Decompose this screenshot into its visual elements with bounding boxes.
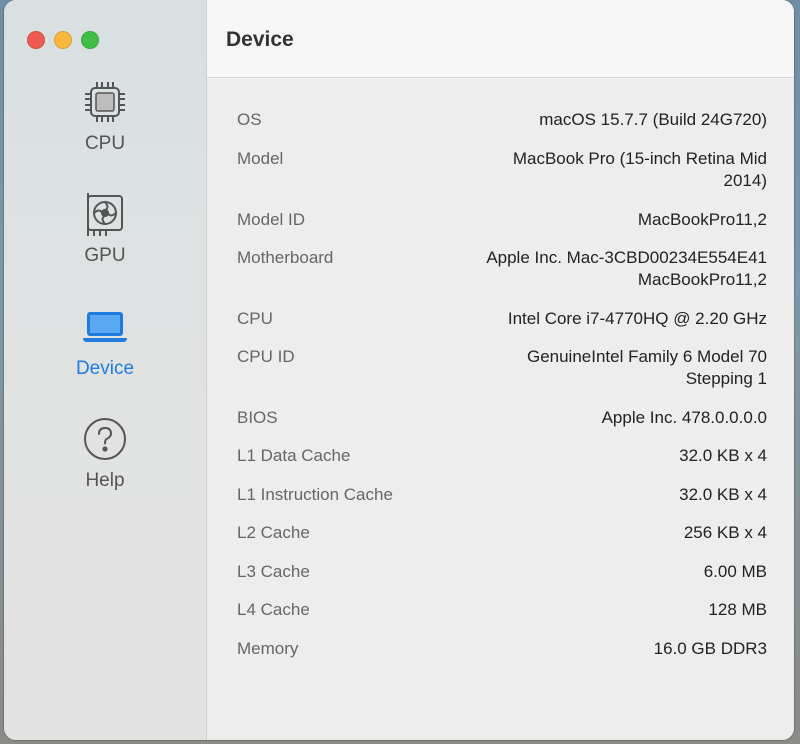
minimize-window-button[interactable] (54, 31, 72, 49)
info-row-l4-cache: L4 Cache 128 MB (237, 599, 767, 621)
info-label: Model (237, 149, 284, 168)
window-controls (27, 31, 99, 49)
main-panel: Device OS macOS 15.7.7 (Build 24G720) Mo… (207, 0, 794, 740)
info-value: 16.0 GB DDR3 (653, 639, 767, 658)
info-label: Motherboard (237, 248, 334, 267)
info-value: GenuineIntel Family 6 Model 70 Stepping … (526, 347, 767, 388)
info-row-l1-instruction-cache: L1 Instruction Cache 32.0 KB x 4 (237, 484, 767, 506)
info-label: Memory (237, 639, 299, 658)
info-value: MacBook Pro (15-inch Retina Mid 2014) (512, 149, 767, 190)
panel-header: Device (207, 0, 794, 78)
info-label: CPU (237, 309, 273, 328)
device-info-list: OS macOS 15.7.7 (Build 24G720) Model Mac… (207, 79, 794, 740)
cpu-chip-icon (80, 77, 130, 127)
info-value: MacBookPro11,2 (637, 210, 767, 229)
info-label: CPU ID (237, 347, 295, 366)
info-row-cpu: CPU Intel Core i7-4770HQ @ 2.20 GHz (237, 308, 767, 330)
info-row-model: Model MacBook Pro (15-inch Retina Mid 20… (237, 148, 767, 192)
info-label: Model ID (237, 210, 306, 229)
sidebar-item-label: GPU (84, 245, 126, 266)
sidebar-item-cpu[interactable]: CPU (4, 77, 206, 177)
info-value: 32.0 KB x 4 (679, 446, 767, 465)
info-row-cpu-id: CPU ID GenuineIntel Family 6 Model 70 St… (237, 346, 767, 390)
info-label: L2 Cache (237, 523, 310, 542)
info-label: L1 Instruction Cache (237, 485, 393, 504)
info-label: L3 Cache (237, 562, 310, 581)
info-label: L1 Data Cache (237, 446, 351, 465)
info-value: macOS 15.7.7 (Build 24G720) (539, 110, 767, 129)
sidebar-item-gpu[interactable]: GPU (4, 189, 206, 289)
laptop-icon (80, 302, 130, 352)
info-row-model-id: Model ID MacBookPro11,2 (237, 209, 767, 231)
sidebar-item-help[interactable]: Help (4, 414, 206, 514)
maximize-window-button[interactable] (81, 31, 99, 49)
sidebar-item-label: Device (75, 358, 135, 379)
info-row-os: OS macOS 15.7.7 (Build 24G720) (237, 109, 767, 131)
page-title: Device (226, 28, 294, 51)
sidebar-item-device[interactable]: Device (4, 302, 206, 402)
question-circle-icon (80, 414, 130, 464)
info-value: 6.00 MB (703, 562, 767, 581)
info-label: OS (237, 110, 262, 129)
sidebar-item-label: Help (85, 470, 125, 491)
info-row-l2-cache: L2 Cache 256 KB x 4 (237, 522, 767, 544)
sidebar: CPU GPU Device Help (4, 0, 207, 740)
info-value: 32.0 KB x 4 (679, 485, 767, 504)
sidebar-item-label: CPU (84, 133, 126, 154)
info-row-l1-data-cache: L1 Data Cache 32.0 KB x 4 (237, 445, 767, 467)
info-row-motherboard: Motherboard Apple Inc. Mac-3CBD00234E554… (237, 247, 767, 291)
info-label: L4 Cache (237, 600, 310, 619)
info-value: Apple Inc. Mac-3CBD00234E554E41 MacBookP… (486, 248, 767, 289)
info-value: 256 KB x 4 (683, 523, 767, 542)
info-row-bios: BIOS Apple Inc. 478.0.0.0.0 (237, 407, 767, 429)
info-value: Apple Inc. 478.0.0.0.0 (601, 408, 767, 427)
info-label: BIOS (237, 408, 278, 427)
app-window: CPU GPU Device Help Device OS macOS 15.7… (4, 0, 794, 740)
info-value: 128 MB (708, 600, 767, 619)
gpu-card-icon (80, 189, 130, 239)
info-value: Intel Core i7-4770HQ @ 2.20 GHz (507, 309, 767, 328)
info-row-l3-cache: L3 Cache 6.00 MB (237, 561, 767, 583)
info-row-memory: Memory 16.0 GB DDR3 (237, 638, 767, 660)
close-window-button[interactable] (27, 31, 45, 49)
